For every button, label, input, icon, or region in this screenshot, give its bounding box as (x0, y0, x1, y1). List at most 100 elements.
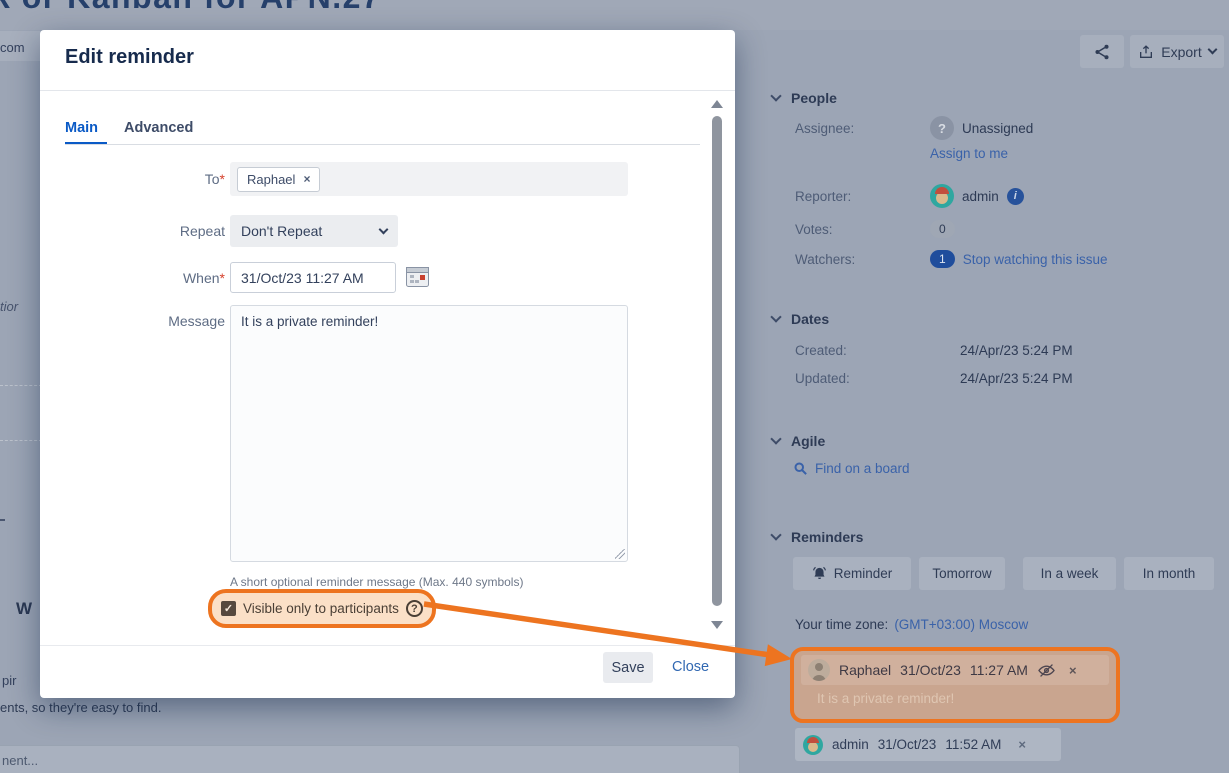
calendar-picker-button[interactable] (405, 265, 430, 289)
scroll-up-arrow[interactable] (711, 100, 723, 108)
save-button[interactable]: Save (603, 652, 653, 683)
delete-reminder-icon[interactable]: × (1069, 663, 1077, 678)
when-input-value: 31/Oct/23 11:27 AM (241, 270, 364, 286)
resize-handle[interactable] (615, 549, 625, 559)
message-helper-text: A short optional reminder message (Max. … (230, 575, 523, 589)
when-label: When* (80, 270, 225, 286)
dialog-title: Edit reminder (65, 46, 194, 69)
to-label: To* (80, 171, 225, 187)
reminder-message: It is a private reminder! (817, 691, 954, 706)
message-text: It is a private reminder! (241, 314, 378, 329)
chevron-down-icon[interactable] (770, 433, 781, 444)
chevron-down-icon[interactable] (770, 311, 781, 322)
comment-box-fragment[interactable] (0, 745, 740, 773)
assign-to-me-link[interactable]: Assign to me (930, 146, 1008, 161)
section-dates[interactable]: Dates (772, 311, 829, 327)
find-on-board[interactable]: Find on a board (793, 461, 910, 476)
in-month-button[interactable]: In month (1124, 557, 1214, 590)
to-field[interactable]: Raphael × (230, 162, 628, 196)
section-agile[interactable]: Agile (772, 433, 825, 449)
visibility-highlight-annotation: ✓ Visible only to participants ? (208, 589, 436, 628)
reminder-date: 31/Oct/23 (900, 662, 961, 678)
section-people[interactable]: People (772, 90, 837, 106)
section-title: Agile (791, 433, 825, 449)
background-dashed-line (0, 440, 42, 441)
chevron-down-icon[interactable] (770, 529, 781, 540)
background-dashed-line (0, 385, 42, 386)
votes-row: Votes: 0 (795, 220, 955, 238)
message-textarea[interactable]: It is a private reminder! (230, 305, 628, 562)
scrollbar-thumb[interactable] (712, 116, 722, 606)
reminder-button[interactable]: Reminder (793, 557, 911, 590)
checkbox-checked[interactable]: ✓ (221, 601, 236, 616)
reminder-time: 11:52 AM (945, 737, 1001, 752)
repeat-select-value: Don't Repeat (241, 223, 322, 239)
reminder-entry-header: Raphael 31/Oct/23 11:27 AM × (801, 655, 1109, 685)
tomorrow-button[interactable]: Tomorrow (919, 557, 1005, 590)
background-text-fragment: nent... (2, 753, 38, 768)
share-button[interactable] (1080, 35, 1124, 68)
remove-recipient-icon[interactable]: × (303, 172, 310, 186)
background-text-fragment: pir (2, 673, 16, 688)
user-avatar (808, 659, 830, 681)
visibility-checkbox-label[interactable]: Visible only to participants (243, 601, 399, 616)
background-dash (0, 519, 5, 521)
jira-issue-page: k or Kanban for APN.27 com tior W pir en… (0, 0, 1229, 773)
section-title: Reminders (791, 529, 863, 545)
background-text-fragment: tior (0, 299, 18, 314)
updated-row: Updated: 24/Apr/23 5:24 PM (795, 371, 1073, 386)
recipient-chip[interactable]: Raphael × (237, 167, 320, 192)
tomorrow-button-label: Tomorrow (932, 566, 991, 581)
scroll-down-arrow[interactable] (711, 621, 723, 629)
unassigned-avatar: ? (930, 116, 954, 140)
required-mark: * (220, 171, 225, 187)
reminder-user: admin (832, 737, 869, 752)
when-input[interactable]: 31/Oct/23 11:27 AM (230, 262, 396, 293)
in-month-button-label: In month (1143, 566, 1196, 581)
created-row: Created: 24/Apr/23 5:24 PM (795, 343, 1073, 358)
votes-badge[interactable]: 0 (930, 220, 955, 238)
admin-avatar (803, 735, 823, 755)
in-a-week-button-label: In a week (1041, 566, 1099, 581)
close-link[interactable]: Close (672, 659, 709, 675)
reporter-label: Reporter: (795, 189, 930, 204)
reporter-row: Reporter: admin i (795, 184, 1024, 208)
to-label-text: To (205, 171, 220, 187)
repeat-select[interactable]: Don't Repeat (230, 215, 398, 247)
assignee-label: Assignee: (795, 121, 930, 136)
export-icon (1138, 44, 1154, 60)
background-text-fragment: ents, so they're easy to find. (0, 700, 161, 715)
required-mark: * (220, 270, 225, 286)
timezone-link[interactable]: (GMT+03:00) Moscow (894, 617, 1028, 632)
delete-reminder-icon[interactable]: × (1018, 737, 1026, 752)
search-icon (793, 461, 808, 476)
watchers-label: Watchers: (795, 252, 930, 267)
section-reminders[interactable]: Reminders (772, 529, 863, 545)
recipient-chip-label: Raphael (247, 172, 295, 187)
tab-main[interactable]: Main (65, 120, 98, 136)
info-icon[interactable]: i (1007, 188, 1024, 205)
find-on-board-link[interactable]: Find on a board (815, 461, 910, 476)
background-text-fragment: com (0, 40, 25, 55)
assignee-row: Assignee: ? Unassigned (795, 116, 1033, 140)
in-a-week-button[interactable]: In a week (1023, 557, 1116, 590)
message-label: Message (80, 313, 225, 329)
bell-icon (812, 566, 827, 581)
reminder-user: Raphael (839, 662, 891, 678)
stop-watching-link[interactable]: Stop watching this issue (963, 252, 1108, 267)
watchers-badge[interactable]: 1 (930, 250, 955, 268)
tab-advanced[interactable]: Advanced (124, 120, 193, 136)
created-label: Created: (795, 343, 960, 358)
repeat-label: Repeat (80, 223, 225, 239)
assignee-value: Unassigned (962, 121, 1033, 136)
updated-label: Updated: (795, 371, 960, 386)
watchers-row: Watchers: 1 Stop watching this issue (795, 250, 1108, 268)
section-title: People (791, 90, 837, 106)
chevron-down-icon[interactable] (770, 90, 781, 101)
edit-reminder-dialog: Edit reminder Main Advanced To* Raphael … (40, 30, 735, 698)
reminder-entry-private: Raphael 31/Oct/23 11:27 AM × It is a pri… (790, 647, 1120, 723)
divider (40, 645, 735, 646)
export-button[interactable]: Export (1130, 35, 1224, 68)
hidden-eye-icon (1037, 661, 1056, 680)
help-icon[interactable]: ? (406, 600, 423, 617)
